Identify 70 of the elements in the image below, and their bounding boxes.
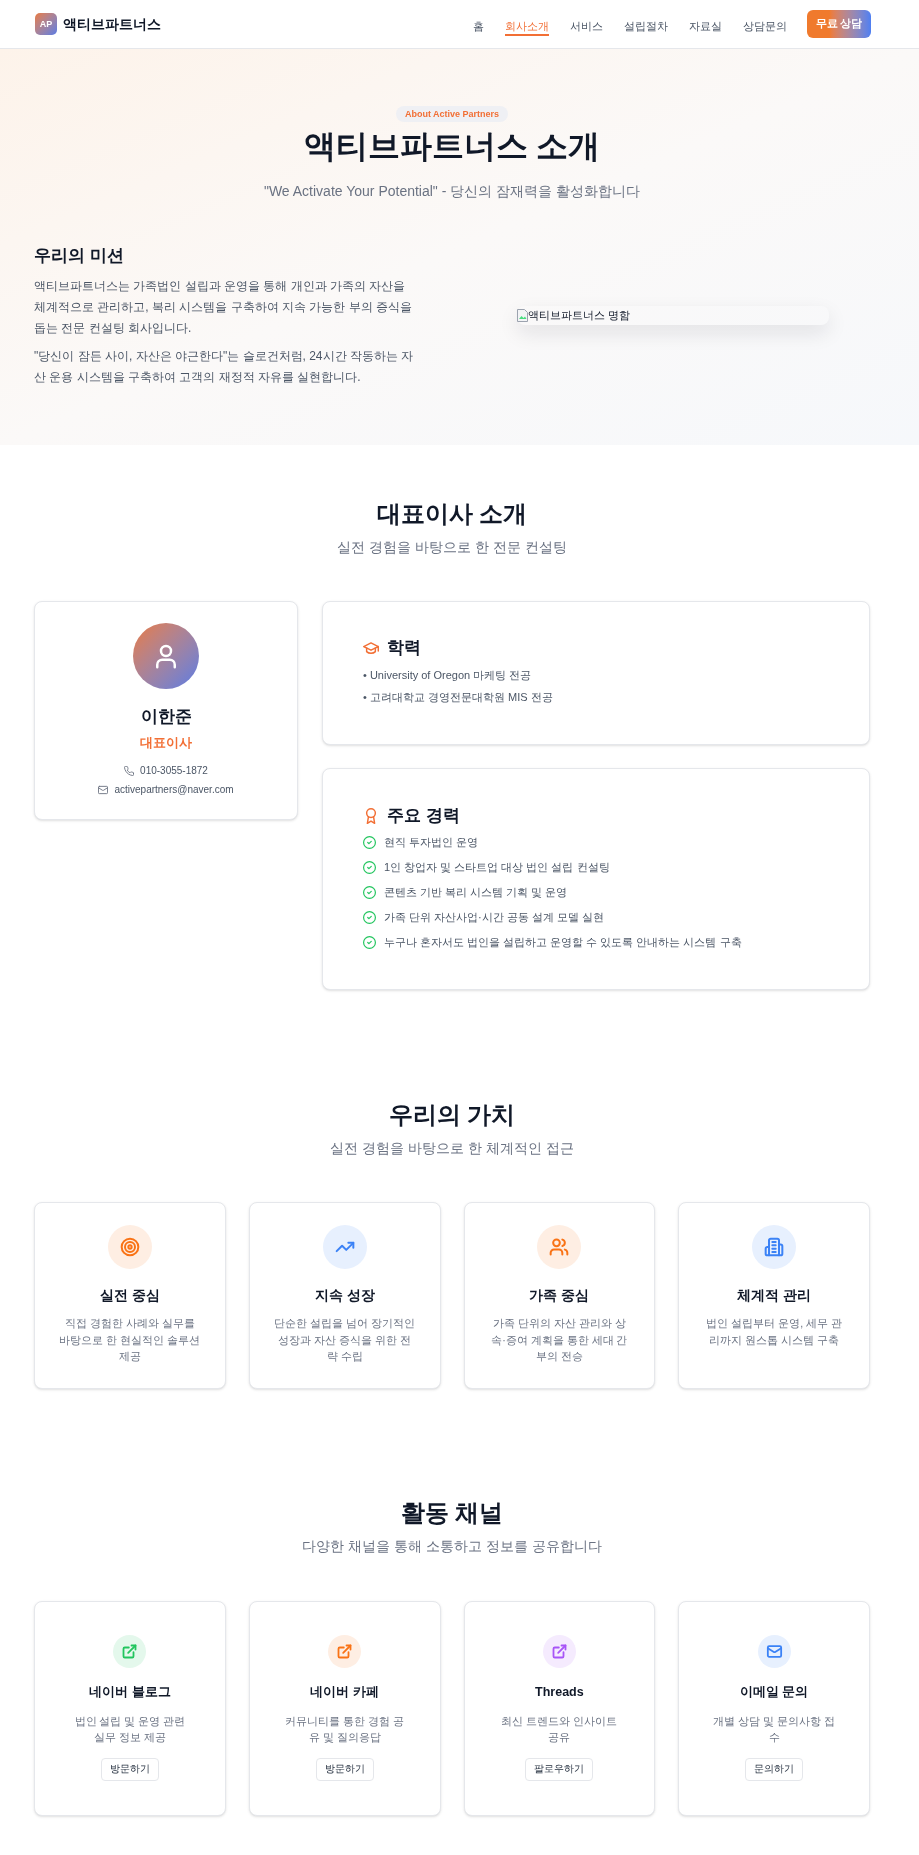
- section-subtitle: 실전 경험을 바탕으로 한 체계적인 접근: [330, 1139, 574, 1158]
- education-item: • University of Oregon 마케팅 전공: [363, 668, 533, 683]
- mail-icon: [757, 1634, 791, 1668]
- value-title: 실전 중심: [99, 1286, 160, 1305]
- education-item: • 고려대학교 경영전문대학원 MIS 전공: [363, 690, 554, 705]
- mission-paragraph: 액티브파트너스는 가족법인 설립과 운영을 통해 개인과 가족의 자산을 체계적으로 관리하고, 복리 시스템을 구축하여 지속 가능한 부의 증식을 돕는 전문 컨설팅 회사입니다.: [34, 278, 413, 337]
- channel-button[interactable]: 방문하기: [315, 1757, 374, 1781]
- channel-description: 최신 트렌드와 인사이트 공유: [500, 1713, 619, 1745]
- channel-title: 네이버 카페: [310, 1683, 379, 1701]
- channel-title: Threads: [535, 1683, 584, 1701]
- award-icon: [363, 808, 379, 824]
- target-icon: [107, 1225, 152, 1269]
- mail-icon: [98, 784, 109, 795]
- value-title: 가족 중심: [529, 1286, 590, 1305]
- external-link-icon: [328, 1634, 362, 1668]
- image-alt-text: 액티브파트너스 명함: [528, 308, 631, 323]
- phone-icon: [124, 765, 135, 776]
- check-circle-icon: [363, 836, 376, 849]
- channel-description: 법인 설립 및 운영 관련 실무 정보 제공: [73, 1713, 187, 1745]
- career-item: 1인 창업자 및 스타트업 대상 법인 설립 컨설팅: [384, 860, 610, 875]
- card-heading: 주요 경력: [387, 805, 460, 827]
- career-item: 가족 단위 자산사업·시간 공동 설계 모델 실현: [384, 910, 604, 925]
- section-badge: About Active Partners: [395, 106, 509, 122]
- career-item: 콘텐츠 기반 복리 시스템 기획 및 운영: [384, 885, 568, 900]
- channel-button[interactable]: 팔로우하기: [525, 1757, 594, 1781]
- check-circle-icon: [363, 861, 376, 874]
- nav-link[interactable]: 서비스: [570, 12, 603, 36]
- value-description: 직접 경험한 사례와 실무를 바탕으로 한 현실적인 솔루션 제공: [59, 1316, 201, 1364]
- users-icon: [537, 1225, 582, 1269]
- channel-description: 커뮤니티를 통한 경험 공유 및 질의응답: [284, 1713, 405, 1745]
- channel-button[interactable]: 방문하기: [100, 1757, 159, 1781]
- nav-link[interactable]: 상담문의: [743, 12, 787, 36]
- nav-link[interactable]: 설립절차: [624, 12, 668, 36]
- section-subtitle: 실전 경험을 바탕으로 한 전문 컨설팅: [337, 538, 567, 557]
- site-name[interactable]: 액티브파트너스: [63, 14, 161, 34]
- section-title: 우리의 가치: [388, 1100, 516, 1130]
- section-subtitle: 다양한 채널을 통해 소통하고 정보를 공유합니다: [302, 1536, 602, 1556]
- section-title: 활동 채널: [400, 1497, 504, 1528]
- value-description: 가족 단위의 자산 관리와 상속·증여 계획을 통한 세대 간 부의 전승: [490, 1316, 629, 1364]
- nav-link[interactable]: 자료실: [689, 12, 722, 36]
- person-role: 대표이사: [140, 735, 192, 752]
- value-description: 단순한 설립을 넘어 장기적인 성장과 자산 증식을 위한 전략 수립: [273, 1316, 416, 1364]
- channel-description: 개별 상담 및 문의사항 접수: [713, 1713, 835, 1745]
- graduation-cap-icon: [363, 640, 379, 656]
- external-link-icon: [542, 1634, 576, 1668]
- nav-link[interactable]: 홈: [473, 12, 484, 36]
- channel-title: 네이버 블로그: [89, 1683, 171, 1701]
- check-circle-icon: [363, 911, 376, 924]
- value-title: 체계적 관리: [737, 1286, 812, 1305]
- card-heading: 학력: [387, 637, 421, 659]
- section-title: 대표이사 소개: [376, 499, 528, 529]
- check-circle-icon: [363, 936, 376, 949]
- value-description: 법인 설립부터 운영, 세무 관리까지 원스톱 시스템 구축: [705, 1316, 843, 1348]
- email-address: activepartners@naver.com: [114, 783, 234, 797]
- value-title: 지속 성장: [314, 1286, 375, 1305]
- phone-number: 010-3055-1872: [140, 764, 208, 778]
- building-icon: [752, 1225, 797, 1269]
- person-name: 이한준: [140, 706, 192, 728]
- mission-heading: 우리의 미션: [34, 245, 125, 267]
- image-icon: [517, 308, 528, 322]
- mission-paragraph: "당신이 잠든 사이, 자산은 야근한다"는 슬로건처럼, 24시간 작동하는 자산 운용 시스템을 구축하여 고객의 재정적 자유를 실현합니다.: [34, 348, 415, 386]
- trend-up-icon: [322, 1225, 367, 1269]
- channel-title: 이메일 문의: [739, 1683, 809, 1701]
- career-item: 현직 투자법인 운영: [384, 835, 479, 850]
- page-subtitle: "We Activate Your Potential" - 당신의 잠재력을 활성화합니다: [263, 182, 641, 201]
- external-link-icon: [113, 1634, 147, 1668]
- channel-button[interactable]: 문의하기: [745, 1757, 804, 1781]
- career-item: 누구나 혼자서도 법인을 설립하고 운영할 수 있도록 안내하는 시스템 구축: [384, 935, 742, 950]
- page-title: 액티브파트너스 소개: [303, 127, 601, 166]
- check-circle-icon: [363, 886, 376, 899]
